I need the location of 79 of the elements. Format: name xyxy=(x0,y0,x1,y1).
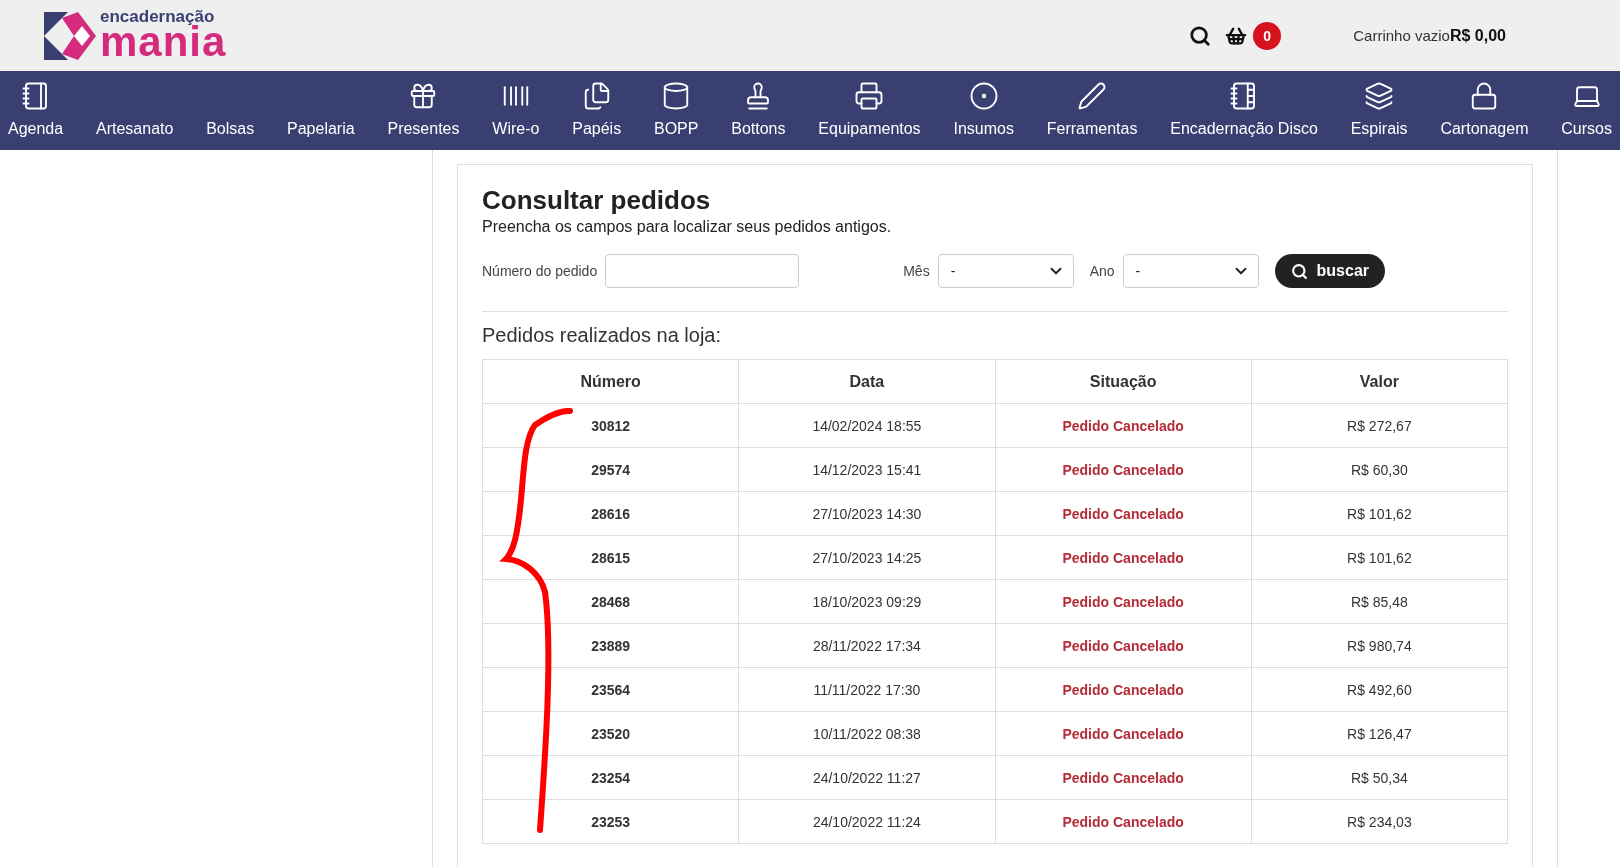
table-cell: R$ 50,34 xyxy=(1251,756,1508,800)
table-cell: R$ 980,74 xyxy=(1251,624,1508,668)
year-select[interactable]: - xyxy=(1122,254,1259,288)
table-cell: 10/11/2022 08:38 xyxy=(739,712,996,756)
nav-link[interactable]: BOPP xyxy=(653,71,699,150)
printer-icon xyxy=(854,81,885,111)
logo-icon xyxy=(44,11,96,60)
table-cell: 23889 xyxy=(483,624,740,668)
nav-link[interactable]: Insumos xyxy=(953,71,1014,150)
nav-link[interactable]: Espirais xyxy=(1350,71,1408,150)
nav-link[interactable]: Equipamentos xyxy=(818,71,921,150)
table-cell: Pedido Cancelado xyxy=(995,712,1252,756)
field-label: Mês xyxy=(903,263,930,279)
nav-link[interactable]: Papéis xyxy=(572,71,622,150)
nav-link[interactable]: Bolsas xyxy=(206,71,255,150)
table-cell: 23520 xyxy=(483,712,740,756)
table-cell: R$ 60,30 xyxy=(1251,448,1508,492)
table-cell: 18/10/2023 09:29 xyxy=(739,580,996,624)
table-cell: R$ 126,47 xyxy=(1251,712,1508,756)
column-header: Número xyxy=(483,360,740,404)
table-cell: R$ 101,62 xyxy=(1251,536,1508,580)
table-cell: Pedido Cancelado xyxy=(995,668,1252,712)
table-cell: Pedido Cancelado xyxy=(995,448,1252,492)
table-cell: 28468 xyxy=(483,580,740,624)
nav-link[interactable]: Artesanato xyxy=(96,71,174,150)
layers-icon xyxy=(1364,81,1395,111)
table-cell: Pedido Cancelado xyxy=(995,404,1252,448)
table-cell: 23564 xyxy=(483,668,740,712)
nav-link[interactable]: Ferramentas xyxy=(1046,71,1138,150)
table-cell: 27/10/2023 14:25 xyxy=(739,536,996,580)
column-header: Situação xyxy=(995,360,1252,404)
search-icon xyxy=(1290,262,1308,280)
table-cell: R$ 85,48 xyxy=(1251,580,1508,624)
pen-icon xyxy=(1077,81,1108,111)
nav-link[interactable]: Presentes xyxy=(387,71,460,150)
table-cell: 23253 xyxy=(483,800,740,844)
table-cell: R$ 492,60 xyxy=(1251,668,1508,712)
search-button[interactable]: buscar xyxy=(1274,254,1386,288)
order-number-field[interactable] xyxy=(605,254,800,288)
table-cell: 27/10/2023 14:30 xyxy=(739,492,996,536)
cart-status: Carrinho vazio xyxy=(1353,27,1450,44)
table-cell: Pedido Cancelado xyxy=(995,580,1252,624)
nav-link[interactable]: Papelaria xyxy=(287,71,355,150)
table-cell: R$ 101,62 xyxy=(1251,492,1508,536)
table-cell: Pedido Cancelado xyxy=(995,624,1252,668)
nav-link[interactable]: Encadernação Disco xyxy=(1170,71,1318,150)
table-cell: 30812 xyxy=(483,404,740,448)
table-cell: 28/11/2022 17:34 xyxy=(739,624,996,668)
nav-link[interactable]: Cartonagem xyxy=(1440,71,1529,150)
table-cell: 29574 xyxy=(483,448,740,492)
table-cell: 24/10/2022 11:24 xyxy=(739,800,996,844)
nav-link[interactable]: Bottons xyxy=(731,71,786,150)
table-cell: R$ 272,67 xyxy=(1251,404,1508,448)
table-cell: Pedido Cancelado xyxy=(995,756,1252,800)
column-header: Valor xyxy=(1251,360,1508,404)
section-heading: Pedidos realizados na loja: xyxy=(482,324,723,347)
nav-link[interactable]: Cursos xyxy=(1561,71,1612,150)
cart-total: R$ 0,00 xyxy=(1449,26,1506,45)
page-subtitle: Preencha os campos para localizar seus pedidos antigos. xyxy=(482,218,893,236)
nav-link[interactable]: Wire-o xyxy=(492,71,540,150)
month-select[interactable]: - xyxy=(937,254,1074,288)
field-label: Ano xyxy=(1089,263,1115,279)
table-cell: 24/10/2022 11:27 xyxy=(739,756,996,800)
nav-link[interactable]: Agenda xyxy=(8,71,64,150)
table-cell: 11/11/2022 17:30 xyxy=(739,668,996,712)
field-label: Número do pedido xyxy=(482,263,598,279)
table-cell: Pedido Cancelado xyxy=(995,536,1252,580)
table-cell: 23254 xyxy=(483,756,740,800)
table-cell: 28615 xyxy=(483,536,740,580)
search-icon[interactable] xyxy=(1189,24,1212,47)
table-cell: 28616 xyxy=(483,492,740,536)
cart-count-badge: 0 xyxy=(1253,21,1282,50)
table-cell: 14/02/2024 18:55 xyxy=(739,404,996,448)
table-cell: R$ 234,03 xyxy=(1251,800,1508,844)
table-cell: Pedido Cancelado xyxy=(995,800,1252,844)
table-cell: Pedido Cancelado xyxy=(995,492,1252,536)
column-header: Data xyxy=(739,360,996,404)
page-title: Consultar pedidos xyxy=(482,185,712,216)
table-cell: 14/12/2023 15:41 xyxy=(739,448,996,492)
